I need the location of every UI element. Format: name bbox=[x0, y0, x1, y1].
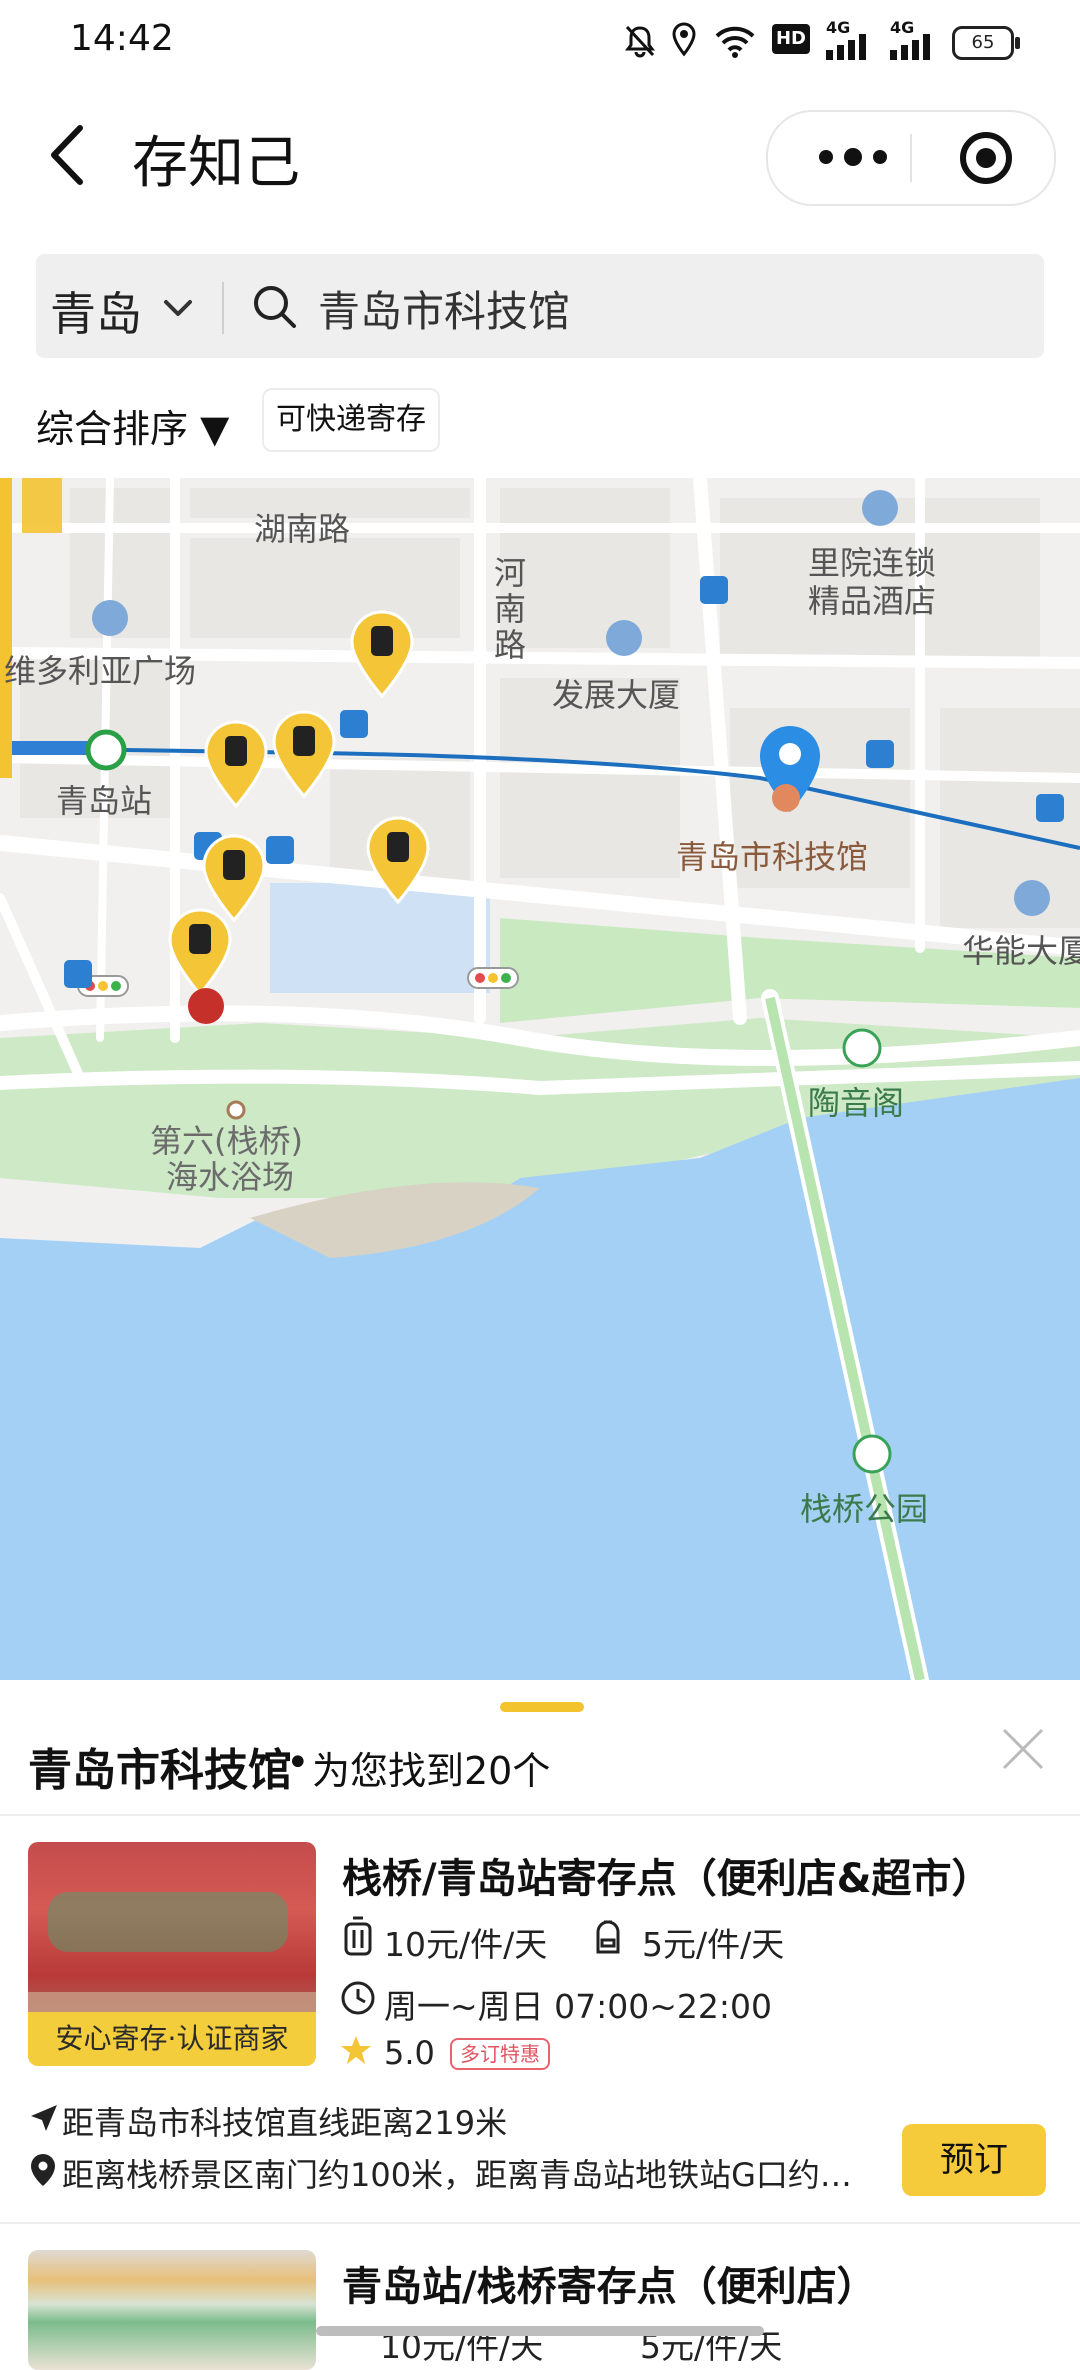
map-canvas[interactable]: 湖南路 河 南 路 里院连锁 精品酒店 维多利亚广场 发展大厦 青岛站 青岛市科… bbox=[0, 478, 1080, 1680]
map-label-beach-1: 第六(栈桥) bbox=[150, 1122, 303, 1160]
city-selector[interactable]: 青岛 bbox=[50, 278, 142, 344]
map-label-fazhan: 发展大厦 bbox=[552, 676, 680, 714]
search-input[interactable]: 青岛市科技馆 bbox=[318, 278, 998, 339]
map-label-henan-road-3: 路 bbox=[494, 626, 526, 664]
divider bbox=[0, 1814, 1080, 1816]
map-label-henan-road-1: 河 bbox=[494, 554, 526, 592]
store-distance: 距青岛市科技馆直线距离219米 bbox=[62, 2104, 508, 2142]
map-label-hotel-2: 精品酒店 bbox=[808, 582, 936, 620]
luggage-icon bbox=[344, 1916, 372, 1956]
sheet-drag-handle[interactable] bbox=[500, 1702, 584, 1712]
book-button[interactable]: 预订 bbox=[902, 2124, 1046, 2196]
status-bar: 14:42 HD 4G 4G 65 bbox=[0, 0, 1080, 80]
status-time: 14:42 bbox=[70, 18, 174, 59]
star-icon bbox=[341, 2036, 371, 2064]
map-view[interactable]: 湖南路 河 南 路 里院连锁 精品酒店 维多利亚广场 发展大厦 青岛站 青岛市科… bbox=[0, 478, 1080, 1680]
express-storage-filter[interactable]: 可快递寄存 bbox=[262, 388, 440, 452]
battery-icon: 65 bbox=[952, 26, 1020, 60]
hd-icon: HD bbox=[772, 24, 810, 54]
store-title[interactable]: 青岛站/栈桥寄存点（便利店） bbox=[342, 2254, 877, 2312]
close-icon[interactable] bbox=[1000, 1726, 1046, 1772]
map-label-henan-road-2: 南 bbox=[494, 590, 526, 628]
backpack-icon bbox=[596, 1920, 620, 1954]
map-label-huaneng: 华能大厦 bbox=[962, 932, 1080, 970]
mute-bell-icon bbox=[625, 25, 655, 58]
clock-icon bbox=[341, 1981, 375, 2015]
map-label-beach-2: 海水浴场 bbox=[166, 1158, 294, 1196]
signal-icon-2 bbox=[890, 34, 930, 60]
back-arrow-icon[interactable] bbox=[42, 120, 92, 190]
store-thumbnail[interactable] bbox=[28, 2250, 316, 2370]
map-label-victoria: 维多利亚广场 bbox=[4, 652, 196, 690]
results-count: 为您找到20个 bbox=[312, 1749, 551, 1793]
miniprogram-capsule bbox=[766, 110, 1056, 206]
luggage-price: 10元/件/天 bbox=[384, 1925, 548, 1964]
signal-icon bbox=[826, 34, 866, 60]
results-dot: • bbox=[286, 1740, 310, 1786]
map-label-hotel-1: 里院连锁 bbox=[808, 544, 936, 582]
map-label-qingdao-station: 青岛站 bbox=[56, 782, 152, 820]
map-label-zhanqiao-park: 栈桥公园 bbox=[800, 1490, 928, 1528]
store-title[interactable]: 栈桥/青岛站寄存点（便利店&超市） bbox=[342, 1846, 992, 1904]
bag-price: 5元/件/天 bbox=[642, 1925, 785, 1964]
page-title: 存知己 bbox=[132, 131, 300, 196]
store-rating: 5.0 bbox=[384, 2034, 435, 2072]
chevron-down-icon[interactable] bbox=[160, 290, 196, 326]
results-title: 青岛市科技馆 bbox=[28, 1745, 292, 1796]
store-address: 距离栈桥景区南门约100米，距离青岛站地铁站G口约… bbox=[62, 2156, 852, 2194]
certified-badge: 安心寄存·认证商家 bbox=[28, 2012, 316, 2066]
home-indicator bbox=[316, 2326, 764, 2336]
location-pin-icon bbox=[31, 2154, 55, 2186]
map-label-science-museum: 青岛市科技馆 bbox=[676, 838, 868, 876]
map-label-taoyinge: 陶音阁 bbox=[808, 1084, 904, 1122]
wifi-icon bbox=[715, 26, 755, 58]
search-icon bbox=[254, 286, 296, 328]
close-miniprogram-icon[interactable] bbox=[958, 130, 1014, 186]
capsule-divider bbox=[910, 134, 912, 182]
poi-marker bbox=[188, 988, 224, 1024]
sort-dropdown[interactable]: 综合排序 ▼ bbox=[36, 398, 229, 453]
location-icon bbox=[672, 22, 696, 57]
map-label-hunan-road: 湖南路 bbox=[254, 510, 350, 548]
promo-tag: 多订特惠 bbox=[450, 2038, 550, 2070]
navigation-arrow-icon bbox=[31, 2105, 57, 2131]
more-menu-icon[interactable] bbox=[808, 132, 898, 182]
divider bbox=[0, 2222, 1080, 2224]
opening-hours: 周一~周日 07:00~22:00 bbox=[384, 1987, 772, 2026]
search-divider bbox=[222, 282, 224, 334]
